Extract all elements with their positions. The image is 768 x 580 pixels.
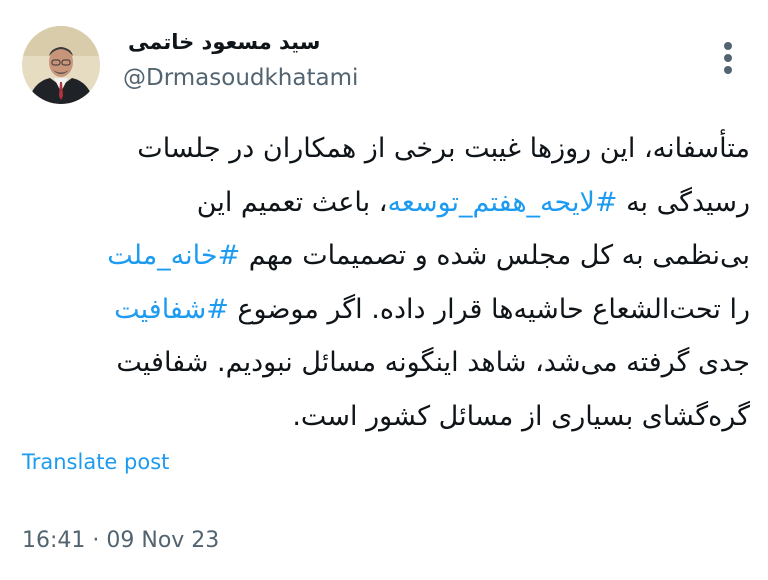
tweet-line: متأسفانه، این روزها غیبت برخی از همکاران… (10, 122, 750, 176)
avatar-photo (22, 26, 100, 104)
tweet-line: بی‌نظمی به کل مجلس شده و تصمیمات مهم #خا… (10, 229, 750, 283)
tweet-line: رسیدگی به #لایحه_هفتم_توسعه، باعث تعمیم … (10, 176, 750, 230)
tweet-text-segment: رسیدگی به (617, 186, 750, 218)
tweet-line: جدی گرفته می‌شد، شاهد اینگونه مسائل نبود… (10, 336, 750, 390)
avatar[interactable] (22, 26, 100, 104)
tweet-text-segment: جدی گرفته می‌شد، شاهد اینگونه مسائل نبود… (116, 347, 750, 378)
tweet-timestamp[interactable]: 16:41 · 09 Nov 23 (22, 528, 219, 553)
tweet-text: متأسفانه، این روزها غیبت برخی از همکاران… (10, 122, 750, 443)
tweet-text-segment: ، باعث تعمیم این (196, 186, 388, 218)
author-handle[interactable]: @Drmasoudkhatami (123, 65, 358, 91)
translate-post-link[interactable]: Translate post (22, 450, 169, 474)
tweet-card: سید مسعود خاتمی @Drmasoudkhatami متأسفان… (0, 0, 768, 580)
hashtag-link[interactable]: #شفافیت (114, 294, 229, 325)
tweet-text-segment: متأسفانه، این روزها غیبت برخی از همکاران… (137, 133, 750, 164)
tweet-line: گره‌گشای بسیاری از مسائل کشور است. (10, 390, 750, 444)
tweet-text-segment: بی‌نظمی به کل مجلس شده و تصمیمات مهم (240, 240, 750, 271)
tweet-text-segment: را تحت‌الشعاع حاشیه‌ها قرار داده. اگر مو… (228, 293, 750, 325)
tweet-line: را تحت‌الشعاع حاشیه‌ها قرار داده. اگر مو… (10, 283, 750, 337)
more-options-icon[interactable] (718, 38, 738, 78)
tweet-text-segment: گره‌گشای بسیاری از مسائل کشور است. (292, 400, 750, 432)
author-name[interactable]: سید مسعود خاتمی (128, 30, 320, 54)
hashtag-link[interactable]: #لایحه_هفتم_توسعه (387, 187, 617, 218)
hashtag-link[interactable]: #خانه_ملت (107, 240, 240, 271)
